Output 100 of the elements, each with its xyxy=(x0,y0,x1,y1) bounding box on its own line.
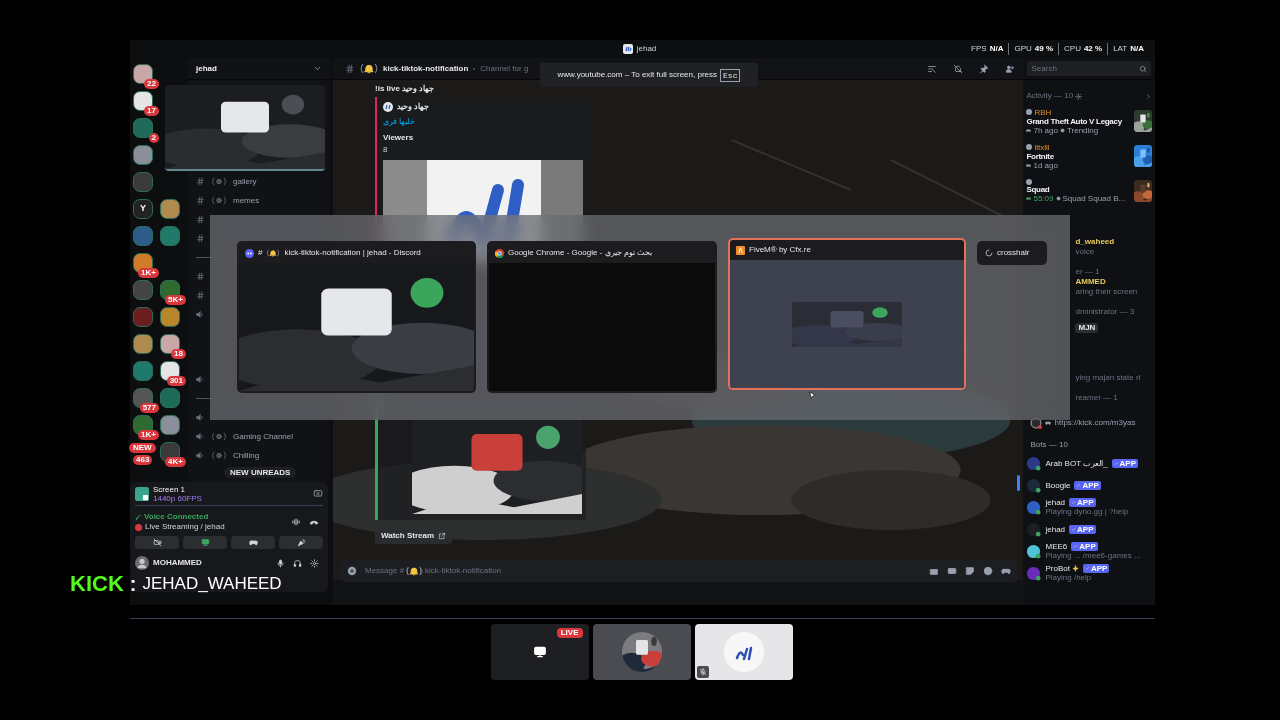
app-tag: APP xyxy=(1069,498,1096,507)
chevron-down-icon[interactable] xyxy=(313,64,322,73)
channel-name: kick-tiktok-notification xyxy=(383,62,469,75)
section-header: dministrator — 3 xyxy=(1075,307,1135,317)
participant-tile[interactable] xyxy=(694,624,793,680)
gamepad-icon xyxy=(1026,127,1032,133)
server-icon[interactable]: Y xyxy=(133,198,153,219)
server-icon[interactable] xyxy=(133,144,153,165)
members-icon[interactable] xyxy=(1005,63,1016,74)
speaker-icon xyxy=(196,432,205,441)
member-row[interactable]: MEE6 APP Playing ... /mee6-games ... xyxy=(1026,541,1152,561)
game-title: Fortnite xyxy=(1026,151,1054,161)
activity-card[interactable]: Squad 55:09 Squad Squad B... xyxy=(1026,175,1152,207)
member-status: ying majan state rl xyxy=(1075,373,1141,382)
app-tag: APP xyxy=(1074,480,1101,490)
chevron-right-icon[interactable] xyxy=(1145,92,1152,100)
game-title: Grand Theft Auto V Legacy xyxy=(1026,116,1122,126)
participant-tile[interactable]: LIVE xyxy=(490,624,589,680)
activity-meta: 55:09 xyxy=(1033,194,1054,203)
channel-name[interactable]: gallery xyxy=(233,175,257,188)
hash-icon xyxy=(196,291,205,300)
member-row[interactable]: ProBot APP Playing /help xyxy=(1026,563,1152,583)
stat-label: CPU xyxy=(1064,43,1081,55)
camera-off-button[interactable] xyxy=(135,536,179,549)
member-row[interactable]: jehad APP xyxy=(1026,519,1152,539)
pin-icon[interactable] xyxy=(979,63,990,74)
participant-tile[interactable] xyxy=(592,624,691,680)
server-name[interactable]: jehad xyxy=(196,62,217,75)
channel-topic: Channel for g xyxy=(480,62,529,75)
unread-badge: 301 xyxy=(166,375,186,386)
bot-status: Playing dyno.gg | ?help xyxy=(1045,507,1129,516)
speaker-icon xyxy=(196,451,205,460)
unread-badge: 4K+ xyxy=(165,456,186,467)
gamepad-icon xyxy=(1026,196,1032,201)
unread-badge: 5K+ xyxy=(165,294,186,305)
soundboard-button[interactable] xyxy=(279,536,323,549)
check-icon xyxy=(1071,500,1077,505)
live-dot-icon xyxy=(135,523,142,531)
stream-quality: 1440p 60FPS xyxy=(153,493,202,503)
bot-name: jehad xyxy=(1045,498,1066,507)
settings-icon[interactable] xyxy=(310,558,319,568)
member-status: aring their screen xyxy=(1075,287,1138,296)
bot-status: Playing /help xyxy=(1045,573,1092,582)
channel-name[interactable]: memes xyxy=(233,194,260,207)
hash-icon xyxy=(345,63,355,74)
toast-text: www.youtube.com – To exit full screen, press xyxy=(557,69,718,81)
bell-in-brackets-icon xyxy=(359,63,379,74)
hash-icon xyxy=(196,177,205,186)
activity-card[interactable]: RBH Grand Theft Auto V Legacy 7h ago Trending xyxy=(1026,105,1152,137)
soundboard-icon xyxy=(296,538,306,547)
bot-name: ProBot xyxy=(1045,564,1070,573)
gamepad-button[interactable] xyxy=(231,536,275,549)
user-name: MOHAMMED xyxy=(153,557,203,569)
server-icon[interactable] xyxy=(160,414,180,435)
stop-stream-icon[interactable] xyxy=(313,488,323,499)
stat-label: FPS xyxy=(971,43,987,55)
role-badge: MJN xyxy=(1075,323,1099,333)
bot-avatar xyxy=(1026,543,1042,559)
new-unreads-pill[interactable]: NEW UNREADS xyxy=(224,467,297,478)
waveform-icon[interactable] xyxy=(291,517,301,527)
unread-badge: 463 xyxy=(133,454,153,465)
unread-badge: 2 xyxy=(148,132,159,143)
user-avatar xyxy=(1026,179,1033,185)
stat-label: LAT xyxy=(1113,43,1128,55)
activity-card[interactable]: lltxlll Fortnite 1d ago xyxy=(1026,140,1152,172)
screen-share-button[interactable] xyxy=(183,536,227,549)
member-row[interactable]: jehad APP Playing dyno.gg | ?help xyxy=(1026,497,1152,517)
app-icon xyxy=(245,248,254,258)
threads-icon[interactable] xyxy=(927,63,938,74)
activity-user: RBH xyxy=(1034,107,1052,117)
member-name: d_waheed xyxy=(1075,237,1115,247)
microphone-icon[interactable] xyxy=(276,558,285,568)
bot-avatar xyxy=(1026,499,1042,515)
activity-meta: Squad Squad B... xyxy=(1062,194,1126,203)
headphones-icon[interactable] xyxy=(293,558,302,568)
search-field[interactable]: Search xyxy=(1027,61,1151,76)
user-avatar xyxy=(1026,144,1033,150)
gamepad-icon xyxy=(248,538,258,547)
section-header: Activity — 10 xyxy=(1026,90,1074,102)
hash-icon xyxy=(196,272,205,281)
server-icon[interactable] xyxy=(133,333,153,354)
live-badge: LIVE xyxy=(556,628,583,638)
member-row[interactable]: Boogie APP xyxy=(1026,475,1152,495)
hash-icon xyxy=(196,196,205,205)
kick-username: JEHAD_WAHEED xyxy=(142,573,282,595)
monitor-icon xyxy=(532,645,547,659)
channel-name[interactable]: Gaming Channel xyxy=(233,430,294,443)
server-icon[interactable] xyxy=(160,198,180,219)
search-icon xyxy=(1139,64,1147,73)
user-avatar xyxy=(723,632,764,672)
screen-share-icon xyxy=(135,486,149,501)
search-input[interactable]: Search xyxy=(1031,62,1139,75)
app-tag: APP xyxy=(1069,524,1096,534)
window-title: jehad xyxy=(636,43,657,55)
channel-name[interactable]: Chilling xyxy=(233,449,260,462)
user-avatar[interactable] xyxy=(135,556,149,570)
server-icon[interactable] xyxy=(160,306,180,327)
mute-bell-icon[interactable] xyxy=(953,63,964,74)
voice-status: Voice Connected xyxy=(144,512,209,522)
unread-badge: 577 xyxy=(139,402,159,413)
